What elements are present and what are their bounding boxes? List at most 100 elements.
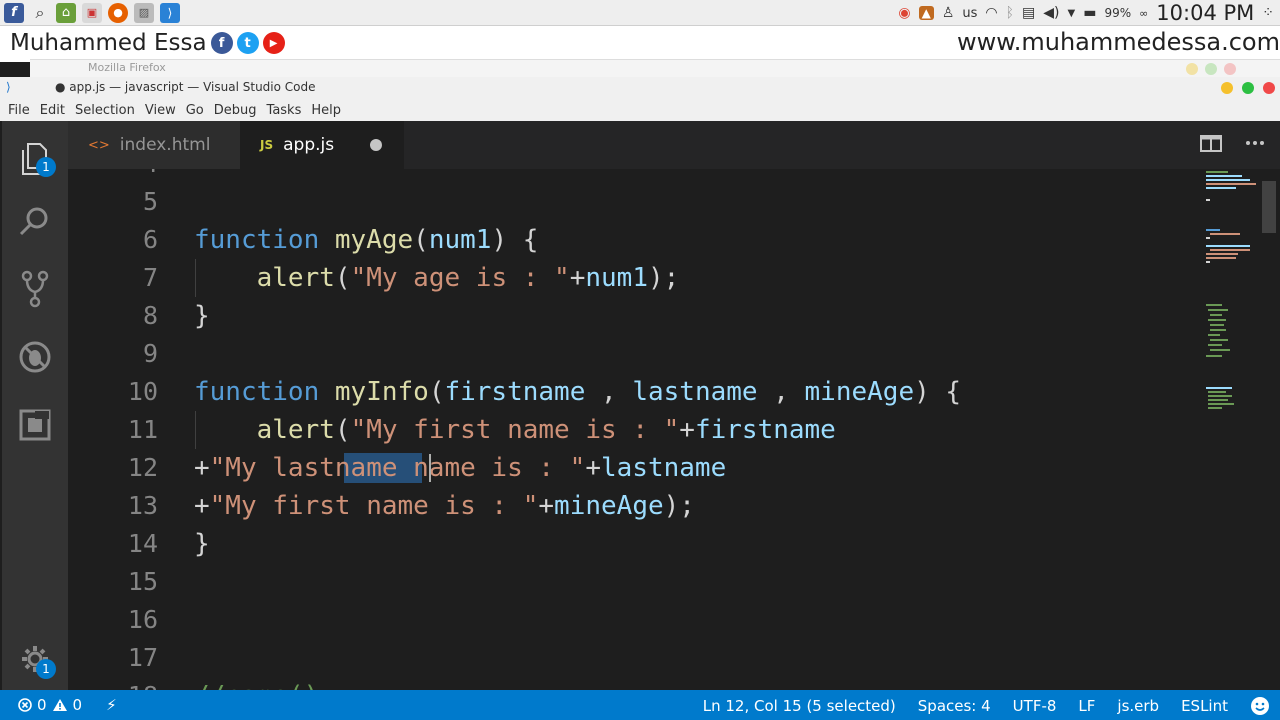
encoding[interactable]: UTF-8 — [1013, 697, 1057, 715]
system-tray: ◉ ▲ ♙ us ◠ ᛒ ▤ ◀) ▼ ▬ 99% ∞ 10:04 PM ⁘ — [898, 0, 1280, 26]
youtube-icon: ▶ — [262, 32, 285, 54]
line-number: 8 — [142, 301, 158, 330]
feedback-smiley-icon[interactable] — [1250, 696, 1270, 716]
search-view-icon — [19, 207, 48, 236]
app-launcher-strip: f ⌕ ⌂ ▣ ● ▨ ⟩ — [0, 2, 180, 23]
code-line: 8 } — [68, 297, 1208, 335]
menu-tasks[interactable]: Tasks — [267, 103, 302, 118]
language-mode[interactable]: js.erb — [1117, 697, 1159, 715]
fedora-menu-icon[interactable]: f — [4, 2, 24, 23]
minimize-icon[interactable] — [1186, 63, 1198, 75]
menu-help[interactable]: Help — [311, 103, 341, 118]
code-line: 15 — [68, 563, 1208, 601]
clock[interactable]: 10:04 PM — [1156, 1, 1254, 25]
background-firefox-window[interactable]: Mozilla Firefox — [30, 59, 1280, 77]
line-number: 17 — [127, 643, 158, 672]
problems-indicator[interactable]: 0 0 — [18, 696, 82, 714]
battery-percentage: 99% — [1104, 6, 1132, 20]
indentation[interactable]: Spaces: 4 — [918, 697, 991, 715]
activity-bar: 1 1 — [2, 121, 68, 690]
vlc-tray-icon[interactable]: ▲ — [918, 6, 934, 20]
line-number: 14 — [127, 529, 158, 558]
volume-icon[interactable]: ◀) — [1043, 5, 1059, 21]
menu-debug[interactable]: Debug — [214, 103, 257, 118]
manage-button[interactable]: 1 — [2, 631, 68, 687]
wifi-icon[interactable]: ◠ — [985, 5, 997, 21]
code-text: function myAge(num1) { — [194, 225, 539, 255]
code-line: 5 — [68, 183, 1208, 221]
bluetooth-icon[interactable]: ᛒ — [1006, 5, 1014, 21]
debug-button[interactable] — [2, 329, 68, 385]
line-number: 6 — [142, 225, 158, 254]
system-taskbar: f ⌕ ⌂ ▣ ● ▨ ⟩ ◉ ▲ ♙ us ◠ ᛒ ▤ ◀) ▼ ▬ 99% … — [0, 0, 1280, 26]
line-number: 12 — [127, 453, 158, 482]
explorer-button[interactable]: 1 — [2, 131, 68, 187]
code-text: alert("My first name is : "+firstname — [256, 415, 836, 445]
line-number: 16 — [127, 605, 158, 634]
extensions-button[interactable] — [2, 397, 68, 453]
more-actions-icon[interactable] — [1244, 133, 1266, 153]
user-icon[interactable]: ♙ — [942, 5, 955, 21]
menu-view[interactable]: View — [145, 103, 176, 118]
close-button[interactable] — [1263, 82, 1275, 94]
maximize-icon[interactable] — [1205, 63, 1217, 75]
home-folder-icon[interactable]: ⌂ — [56, 2, 76, 23]
split-editor-icon[interactable] — [1200, 133, 1222, 153]
lightning-icon[interactable]: ⚡ — [106, 696, 117, 714]
menu-edit[interactable]: Edit — [40, 103, 65, 118]
line-number: 5 — [142, 187, 158, 216]
keyboard-layout-indicator[interactable]: us — [962, 6, 977, 21]
vscode-launcher-icon[interactable]: ⟩ — [160, 2, 180, 23]
tab-index-html[interactable]: <> index.html — [68, 121, 240, 169]
twitter-icon: t — [236, 32, 259, 54]
tab-label: app.js — [283, 135, 335, 155]
search-view-button[interactable] — [2, 193, 68, 249]
source-control-button[interactable] — [2, 261, 68, 317]
source-control-icon — [21, 270, 49, 308]
vertical-scrollbar[interactable] — [1262, 181, 1276, 233]
minimize-button[interactable] — [1221, 82, 1233, 94]
image-viewer-icon[interactable]: ▨ — [134, 2, 154, 23]
code-line: 9 — [68, 335, 1208, 373]
code-text: +"My first name is : "+mineAge); — [194, 491, 695, 521]
code-text: function myInfo(firstname , lastname , m… — [194, 377, 962, 407]
code-line: 11 alert("My first name is : "+firstname — [68, 411, 1208, 449]
screenshot-tool-icon[interactable]: ▣ — [82, 2, 102, 23]
author-name: Muhammed Essa — [10, 30, 207, 56]
line-number: 10 — [127, 377, 158, 406]
code-text: +"My lastname name is : "+lastname — [194, 453, 727, 483]
tab-app-js[interactable]: JS app.js — [240, 121, 404, 169]
unsaved-indicator[interactable] — [370, 139, 382, 151]
explorer-badge: 1 — [36, 157, 56, 177]
line-number: 9 — [142, 339, 158, 368]
maximize-button[interactable] — [1242, 82, 1254, 94]
line-number: 13 — [127, 491, 158, 520]
minimap[interactable] — [1202, 169, 1262, 419]
line-number: 4 — [68, 169, 158, 183]
code-line-current: 12 +"My lastname name is : "+lastname — [68, 449, 1208, 487]
clipboard-icon[interactable]: ▤ — [1022, 5, 1035, 21]
dropdown-icon[interactable]: ▼ — [1068, 8, 1076, 19]
menu-selection[interactable]: Selection — [75, 103, 135, 118]
end-of-line[interactable]: LF — [1078, 697, 1095, 715]
menu-file[interactable]: File — [8, 103, 30, 118]
code-line: 16 — [68, 601, 1208, 639]
eslint-status[interactable]: ESLint — [1181, 697, 1228, 715]
settings-badge: 1 — [36, 659, 56, 679]
firefox-launcher-icon[interactable]: ● — [108, 2, 128, 23]
code-line: 13 +"My first name is : "+mineAge); — [68, 487, 1208, 525]
code-text: } — [194, 529, 210, 559]
menu-bar: File Edit Selection View Go Debug Tasks … — [0, 99, 1280, 121]
cursor-position[interactable]: Ln 12, Col 15 (5 selected) — [703, 697, 896, 715]
session-menu-icon[interactable]: ⁘ — [1262, 5, 1274, 21]
tab-label: index.html — [119, 135, 211, 155]
line-number: 7 — [142, 263, 158, 292]
close-icon[interactable] — [1224, 63, 1236, 75]
error-icon — [18, 698, 32, 712]
chrome-tray-icon[interactable]: ◉ — [898, 5, 910, 21]
website-url: www.muhammedessa.com — [957, 28, 1280, 56]
code-editor[interactable]: 4 5 6 function myAge(num1) { 7 alert("My… — [68, 169, 1280, 690]
menu-go[interactable]: Go — [186, 103, 204, 118]
search-icon[interactable]: ⌕ — [30, 3, 50, 23]
line-number: 11 — [127, 415, 158, 444]
